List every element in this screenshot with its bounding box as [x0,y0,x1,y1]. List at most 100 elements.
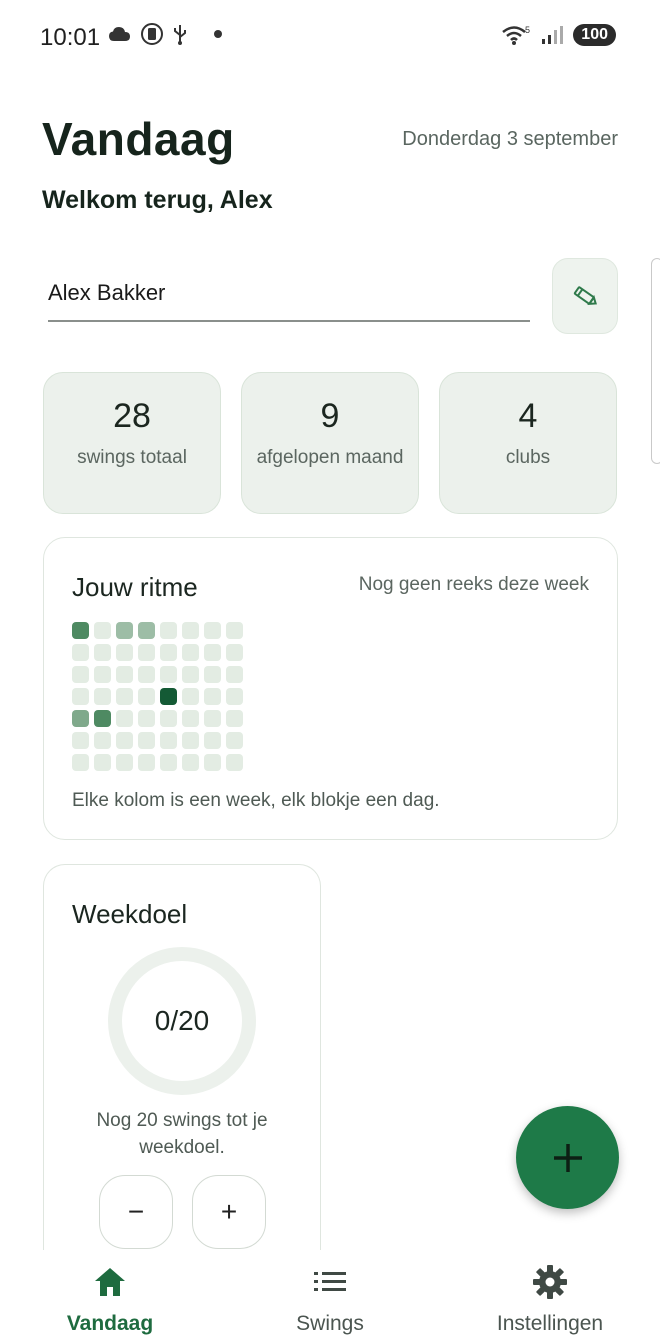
stat-value: 9 [320,397,340,435]
heatmap-cell [160,754,177,771]
heatmap-cell [226,754,243,771]
stat-label: clubs [505,447,551,468]
heatmap-cell [204,688,221,705]
heatmap-cell [160,710,177,727]
heatmap-cell [138,754,155,771]
current-date: Donderdag 3 september [402,128,618,150]
heatmap-cell [138,666,155,683]
wifi-icon: 5 [502,25,530,45]
heatmap-cell [138,710,155,727]
heatmap-cell [204,666,221,683]
minus-icon: − [127,1196,145,1227]
heatmap-cell [94,688,111,705]
heatmap-cell [182,666,199,683]
weekgoal-card: Weekdoel 0/20 Nog 20 swings tot je weekd… [43,864,321,1284]
rhythm-caption: Elke kolom is een week, elk blokje een d… [72,790,440,811]
page-title: Vandaag [42,113,235,165]
add-swing-button[interactable] [516,1106,619,1209]
heatmap-cell [94,754,111,771]
heatmap-cell [182,710,199,727]
stat-card-total-swings: 28 swings totaal [43,372,221,514]
pencil-icon [573,286,597,305]
welcome-message: Welkom terug, Alex [42,186,273,214]
heatmap-cell [204,622,221,639]
heatmap-cell [160,732,177,749]
heatmap-cell [226,622,243,639]
heatmap-cell [226,710,243,727]
increase-goal-button[interactable]: + [192,1175,266,1249]
plus-icon: + [220,1196,238,1227]
list-icon [314,1272,346,1291]
heatmap-cell [94,732,111,749]
heatmap-cell [72,732,89,749]
heatmap-cell [94,644,111,661]
heatmap-cell [182,732,199,749]
heatmap-cell [204,644,221,661]
name-field[interactable]: Alex Bakker [48,270,530,322]
heatmap-cell [226,666,243,683]
heatmap-cell [116,666,133,683]
nav-label: Instellingen [496,1312,604,1335]
notification-icons [108,22,222,46]
heatmap-cell [116,688,133,705]
heatmap-cell [160,688,177,705]
heatmap-cell [116,710,133,727]
heatmap-cell [94,666,111,683]
cloud-icon [109,27,130,41]
heatmap-cell [204,732,221,749]
heatmap-cell [72,688,89,705]
status-time: 10:01 [40,24,101,51]
progress-ring: 0/20 [108,947,256,1095]
heatmap-cell [138,644,155,661]
decrease-goal-button[interactable]: − [99,1175,173,1249]
stat-card-clubs: 4 clubs [439,372,617,514]
nav-label: Vandaag [66,1312,154,1335]
heatmap-cell [72,754,89,771]
sim-icon [141,23,163,45]
heatmap-cell [138,622,155,639]
nav-item-swings[interactable]: Swings [240,1264,420,1336]
stat-card-last-month: 9 afgelopen maand [241,372,419,514]
heatmap-cell [94,710,111,727]
gear-icon [533,1265,567,1299]
name-value: Alex Bakker [48,280,166,305]
heatmap-cell [138,732,155,749]
nav-item-instellingen[interactable]: Instellingen [460,1264,640,1336]
weekgoal-remaining: Nog 20 swings tot je weekdoel. [96,1110,268,1158]
heatmap-cell [182,754,199,771]
heatmap-cell [138,688,155,705]
heatmap-cell [226,688,243,705]
heatmap-cell [160,644,177,661]
streak-status: Nog geen reeks deze week [358,574,589,595]
heatmap-cell [182,622,199,639]
signal-icon [542,26,564,44]
heatmap-cell [72,710,89,727]
heatmap-cell [182,644,199,661]
stat-label: swings totaal [77,447,187,468]
stat-value: 28 [113,397,151,435]
heatmap-cell [226,644,243,661]
home-icon [95,1268,125,1296]
heatmap-cell [116,732,133,749]
edge-handle [651,258,660,464]
battery-indicator: 100 [573,24,616,46]
nav-label: Swings [296,1312,364,1335]
wifi-band-label: 5 [525,25,530,35]
heatmap-cell [204,754,221,771]
usb-icon [174,25,186,45]
edit-name-button[interactable] [552,258,618,334]
heatmap-cell [182,688,199,705]
status-bar: 10:01 5 100 [0,0,660,76]
heatmap-cell [94,622,111,639]
system-icons: 5 100 [501,24,616,46]
heatmap-cell [72,666,89,683]
stat-label: afgelopen maand [256,447,404,468]
bottom-navigation: Vandaag Swings Instellingen [0,1250,660,1344]
heatmap-cell [72,622,89,639]
heatmap-cell [116,644,133,661]
stat-value: 4 [518,397,538,435]
heatmap-cell [72,644,89,661]
heatmap-cell [160,622,177,639]
heatmap-cell [204,710,221,727]
nav-item-vandaag[interactable]: Vandaag [20,1264,200,1336]
